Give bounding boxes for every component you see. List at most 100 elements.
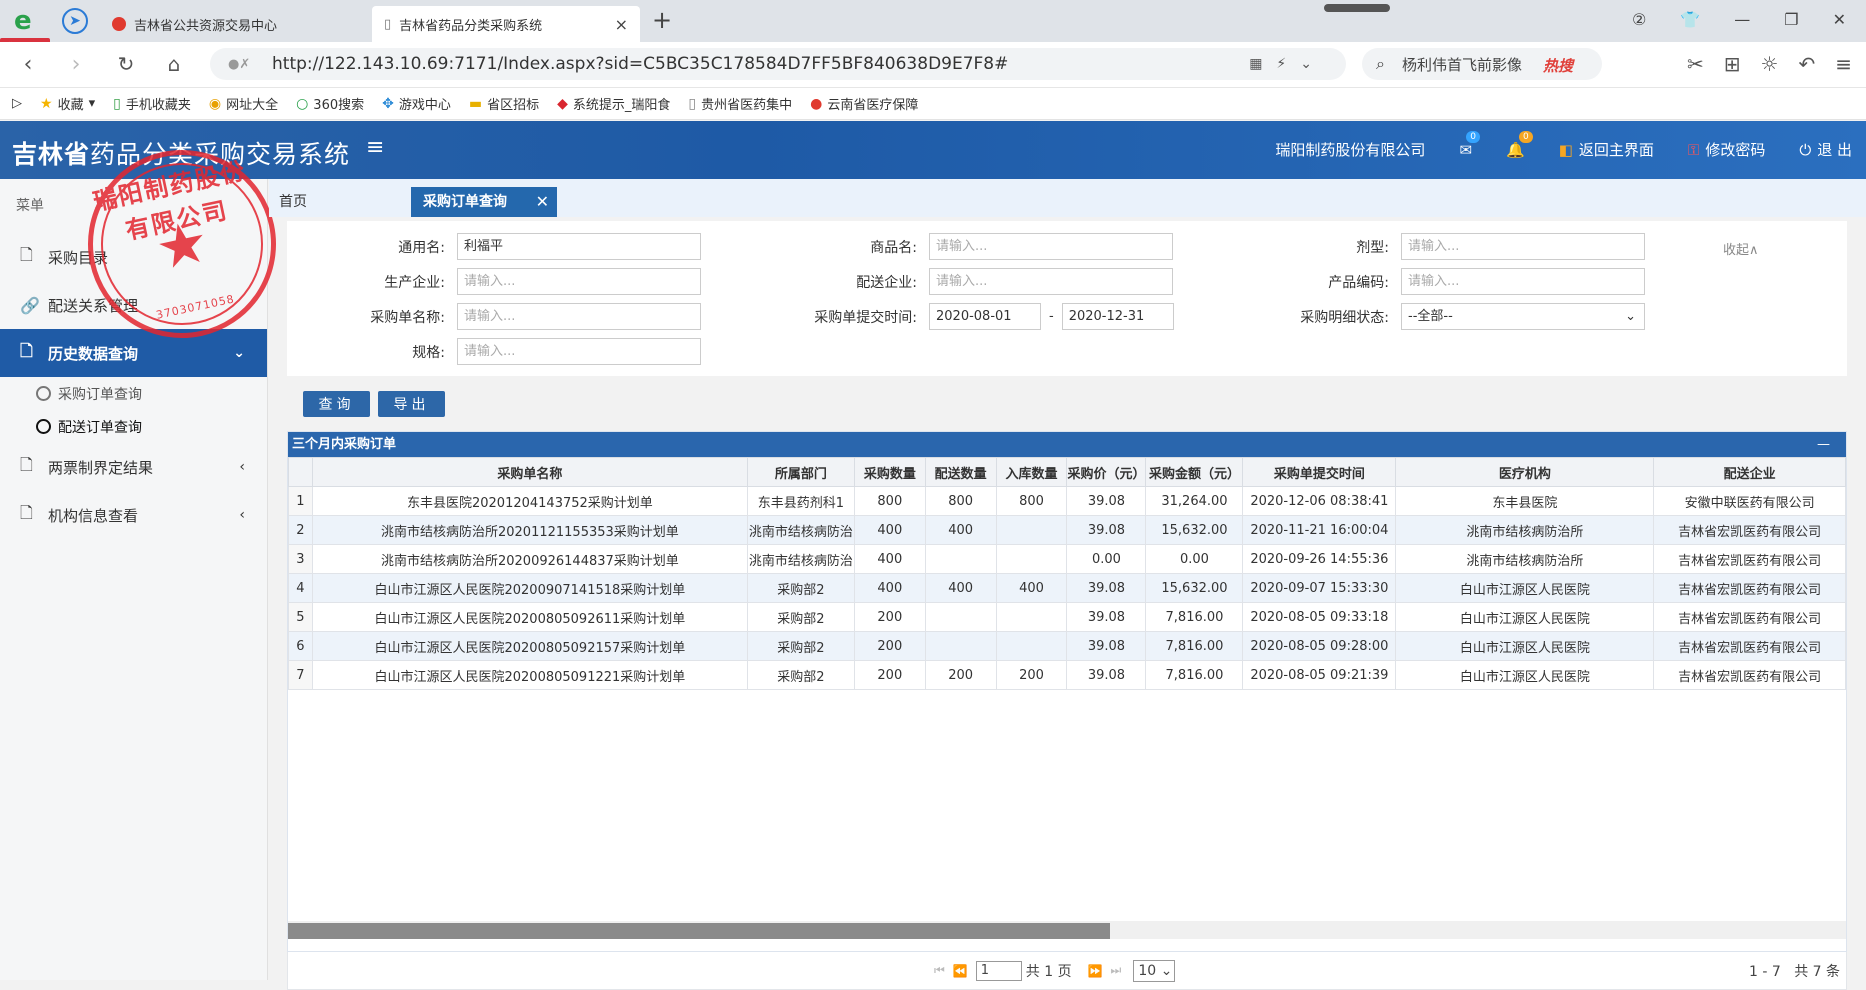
page-size-select[interactable]: 10 ⌄ bbox=[1133, 959, 1176, 982]
column-header[interactable]: 采购单名称 bbox=[311, 457, 748, 487]
delivery-company-input[interactable]: 请输入... bbox=[929, 268, 1173, 295]
mail-button[interactable]: ✉ 0 bbox=[1459, 130, 1481, 159]
apps-icon[interactable]: ⊞ bbox=[1724, 52, 1741, 76]
next-page-icon[interactable]: ⏩ bbox=[1088, 964, 1103, 978]
dosage-input[interactable]: 请输入... bbox=[1401, 233, 1645, 260]
column-header[interactable]: 入库数量 bbox=[995, 457, 1068, 487]
logout-button[interactable]: ⏻ 退 出 bbox=[1799, 139, 1852, 160]
sidebar-item-catalog[interactable]: 🗋 采购目录 bbox=[0, 233, 267, 281]
column-header[interactable]: 采购价（元） bbox=[1066, 457, 1147, 487]
close-window-icon[interactable]: ✕ bbox=[1833, 10, 1846, 29]
collapse-toggle[interactable]: 收起∧ bbox=[1723, 239, 1759, 258]
table-row[interactable]: 4 白山市江源区人民医院20200907141518采购计划单 采购部2 400 400… bbox=[288, 573, 1846, 603]
new-tab-button[interactable]: + bbox=[652, 6, 672, 34]
bookmark-item[interactable]: ○ 360搜索 bbox=[296, 94, 364, 114]
table-row[interactable]: 2 洮南市结核病防治所20201121155353采购计划单 洮南市结核病防治 400… bbox=[288, 515, 1846, 545]
table-cell: 400 bbox=[853, 515, 926, 545]
change-password-button[interactable]: ⚿ 修改密码 bbox=[1688, 139, 1765, 160]
search-form: 收起∧ 通用名: 利福平 商品名: 请输入... 剂型: 请输入... 生产企业… bbox=[287, 221, 1847, 376]
table-cell: 吉林省宏凯医药有限公司 bbox=[1653, 544, 1846, 574]
home-icon[interactable]: ⌂ bbox=[160, 52, 188, 76]
last-page-icon[interactable]: ⏭ bbox=[1111, 963, 1122, 978]
table-cell: 白山市江源区人民医院20200805091221采购计划单 bbox=[311, 660, 748, 690]
tab-count-icon[interactable]: ② bbox=[1632, 10, 1646, 29]
restore-icon[interactable]: ❐ bbox=[1784, 10, 1798, 29]
tab-home[interactable]: 首页 bbox=[279, 187, 307, 217]
bookmark-item[interactable]: ▯ 贵州省医药集中 bbox=[688, 94, 792, 114]
window-drag-handle[interactable] bbox=[1324, 4, 1390, 12]
bookmark-item[interactable]: ▯ 手机收藏夹 bbox=[113, 94, 191, 114]
url-tools-icon[interactable]: ▦⚡⌄ bbox=[1249, 56, 1326, 72]
order-name-input[interactable]: 请输入... bbox=[457, 303, 701, 330]
table-row[interactable]: 3 洮南市结核病防治所20200926144837采购计划单 洮南市结核病防治 400… bbox=[288, 544, 1846, 574]
spec-input[interactable]: 请输入... bbox=[457, 338, 701, 365]
column-header[interactable]: 医疗机构 bbox=[1395, 457, 1655, 487]
url-input[interactable]: ●✗ http://122.143.10.69:7171/Index.aspx?… bbox=[210, 48, 1346, 80]
column-header[interactable]: 采购金额（元） bbox=[1145, 457, 1244, 487]
column-header[interactable]: 配送数量 bbox=[924, 457, 997, 487]
column-header[interactable]: 配送企业 bbox=[1653, 457, 1846, 487]
column-header[interactable]: 采购数量 bbox=[853, 457, 926, 487]
product-code-input[interactable]: 请输入... bbox=[1401, 268, 1645, 295]
shirt-icon[interactable]: 👕 bbox=[1680, 10, 1700, 29]
minimize-icon[interactable]: — bbox=[1734, 10, 1750, 29]
return-home-button[interactable]: ◧ 返回主界面 bbox=[1559, 139, 1654, 160]
page-input[interactable]: 1 bbox=[975, 960, 1022, 981]
menu-icon[interactable]: ≡ bbox=[1835, 52, 1852, 76]
hot-search-label[interactable]: 热搜 bbox=[1543, 55, 1573, 76]
sidebar-sub-purchase-orders[interactable]: 采购订单查询 bbox=[0, 377, 267, 410]
minimize-icon[interactable]: — bbox=[1817, 432, 1830, 457]
browser-tab-1[interactable]: 吉林省公共资源交易中心 bbox=[100, 6, 368, 42]
table-cell bbox=[995, 544, 1068, 574]
bookmark-item[interactable]: ◆ 系统提示_瑞阳食 bbox=[557, 94, 670, 114]
table-cell: 洮南市结核病防治所20200926144837采购计划单 bbox=[311, 544, 748, 574]
table-row[interactable]: 5 白山市江源区人民医院20200805092611采购计划单 采购部2 200 39.… bbox=[288, 602, 1846, 632]
status-select[interactable]: --全部-- ⌄ bbox=[1401, 303, 1645, 330]
column-header[interactable]: 所属部门 bbox=[746, 457, 855, 487]
horizontal-scrollbar[interactable] bbox=[288, 921, 1846, 939]
table-row[interactable]: 1 东丰县医院20201204143752采购计划单 东丰县药剂科1 800 800 80… bbox=[288, 486, 1846, 516]
browser-tab-2[interactable]: ▯ 吉林省药品分类采购系统 × bbox=[372, 6, 640, 42]
scissors-icon[interactable]: ✂ bbox=[1687, 52, 1704, 76]
brightness-icon[interactable]: ☼ bbox=[1761, 52, 1779, 76]
forward-icon[interactable]: › bbox=[62, 52, 90, 77]
first-page-icon[interactable]: ⏮ bbox=[934, 963, 945, 978]
table-cell: 白山市江源区人民医院20200907141518采购计划单 bbox=[311, 573, 748, 603]
reload-icon[interactable]: ↻ bbox=[112, 52, 140, 76]
undo-icon[interactable]: ↶ bbox=[1798, 52, 1815, 76]
prev-page-icon[interactable]: ⏪ bbox=[953, 964, 968, 978]
compass-icon[interactable]: ➤ bbox=[62, 8, 88, 34]
back-icon[interactable]: ‹ bbox=[14, 52, 42, 77]
date-from-input[interactable]: 2020-08-01 bbox=[929, 303, 1041, 330]
sidebar-item-history[interactable]: 🗋 历史数据查询 ⌄ bbox=[0, 329, 267, 377]
sidebar-toggle-icon[interactable]: ▷ bbox=[12, 96, 22, 111]
table-cell: 2020-12-06 08:38:41 bbox=[1242, 486, 1397, 516]
sidebar-item-delivery[interactable]: 🔗 配送关系管理 bbox=[0, 281, 267, 329]
scrollbar-thumb[interactable] bbox=[288, 923, 1110, 939]
notification-button[interactable]: 🔔 0 bbox=[1506, 130, 1533, 159]
sidebar-sub-delivery-orders[interactable]: 配送订单查询 bbox=[0, 410, 267, 443]
menu-toggle-icon[interactable]: ≡ bbox=[366, 135, 384, 160]
bookmark-item[interactable]: ★ 收藏 ▾ bbox=[40, 94, 95, 114]
bookmark-item[interactable]: ◉ 网址大全 bbox=[208, 94, 278, 114]
query-button[interactable]: 查询 bbox=[303, 391, 370, 417]
sidebar-item-institution[interactable]: 🗋 机构信息查看 ‹ bbox=[0, 491, 267, 539]
export-button[interactable]: 导出 bbox=[378, 391, 445, 417]
bookmark-item[interactable]: ▬ 省区招标 bbox=[469, 94, 539, 114]
bookmark-item[interactable]: ✥ 游戏中心 bbox=[382, 94, 451, 114]
manufacturer-input[interactable]: 请输入... bbox=[457, 268, 701, 295]
close-tab-icon[interactable]: × bbox=[615, 15, 628, 34]
sidebar-item-two-invoice[interactable]: 🗋 两票制界定结果 ‹ bbox=[0, 443, 267, 491]
product-name-input[interactable]: 请输入... bbox=[929, 233, 1173, 260]
chevron-down-icon: ⌄ bbox=[1625, 309, 1636, 324]
globe-icon: ◉ bbox=[208, 95, 222, 112]
table-row[interactable]: 6 白山市江源区人民医院20200805092157采购计划单 采购部2 200 39.… bbox=[288, 631, 1846, 661]
bookmark-item[interactable]: ● 云南省医疗保障 bbox=[810, 94, 918, 114]
table-cell: 白山市江源区人民医院 bbox=[1395, 602, 1655, 632]
close-icon[interactable]: ✕ bbox=[536, 187, 549, 217]
date-to-input[interactable]: 2020-12-31 bbox=[1061, 303, 1174, 330]
column-header[interactable]: 采购单提交时间 bbox=[1242, 457, 1397, 487]
generic-name-input[interactable]: 利福平 bbox=[457, 233, 701, 260]
tab-purchase-order-query[interactable]: 采购订单查询 ✕ bbox=[411, 187, 557, 217]
table-row[interactable]: 7 白山市江源区人民医院20200805091221采购计划单 采购部2 200 200… bbox=[288, 660, 1846, 690]
